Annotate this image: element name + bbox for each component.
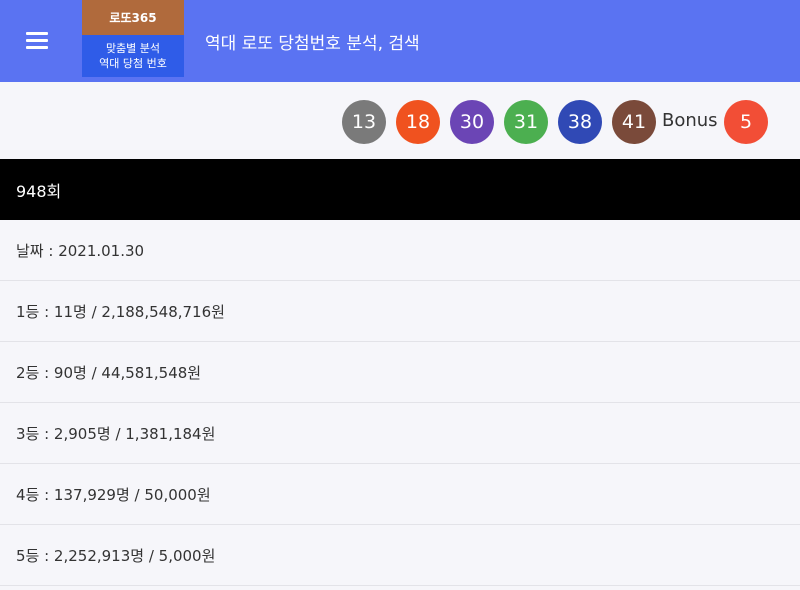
prize-row-4th: 4등 : 137,929명 / 50,000원 [0, 464, 800, 525]
number-ball: 13 [342, 100, 386, 144]
prize-row-5th: 5등 : 2,252,913명 / 5,000원 [0, 525, 800, 586]
number-ball: 18 [396, 100, 440, 144]
prize-row-1st: 1등 : 11명 / 2,188,548,716원 [0, 281, 800, 342]
logo-subtitle: 맞춤별 분석 역대 당첨 번호 [82, 35, 184, 77]
winning-numbers: 13 18 30 31 38 41 Bonus 5 [0, 82, 800, 159]
number-ball: 38 [558, 100, 602, 144]
prize-info-list: 날짜 : 2021.01.30 1등 : 11명 / 2,188,548,716… [0, 220, 800, 586]
logo-title: 로또365 [82, 0, 184, 35]
bonus-label: Bonus [662, 110, 718, 131]
prize-text: 3등 : 2,905명 / 1,381,184원 [16, 424, 216, 443]
prize-text: 4등 : 137,929명 / 50,000원 [16, 485, 211, 504]
prize-text: 1등 : 11명 / 2,188,548,716원 [16, 302, 225, 321]
draw-date-row: 날짜 : 2021.01.30 [0, 220, 800, 281]
logo-subtitle-line2: 역대 당첨 번호 [99, 57, 167, 70]
prize-text: 2등 : 90명 / 44,581,548원 [16, 363, 202, 382]
number-ball: 31 [504, 100, 548, 144]
app-bar: 로또365 맞춤별 분석 역대 당첨 번호 역대 로또 당첨번호 분석, 검색 [0, 0, 800, 82]
logo[interactable]: 로또365 맞춤별 분석 역대 당첨 번호 [82, 0, 184, 77]
draw-date: 날짜 : 2021.01.30 [16, 241, 145, 260]
prize-row-3rd: 3등 : 2,905명 / 1,381,184원 [0, 403, 800, 464]
prize-text: 5등 : 2,252,913명 / 5,000원 [16, 546, 216, 565]
page-title: 역대 로또 당첨번호 분석, 검색 [205, 34, 420, 54]
number-ball: 41 [612, 100, 656, 144]
number-ball: 30 [450, 100, 494, 144]
menu-icon[interactable] [26, 32, 50, 50]
bonus-ball: 5 [724, 100, 768, 144]
round-number: 948회 [16, 181, 62, 201]
prize-row-2nd: 2등 : 90명 / 44,581,548원 [0, 342, 800, 403]
logo-subtitle-line1: 맞춤별 분석 [105, 42, 161, 55]
round-header: 948회 [0, 159, 800, 220]
